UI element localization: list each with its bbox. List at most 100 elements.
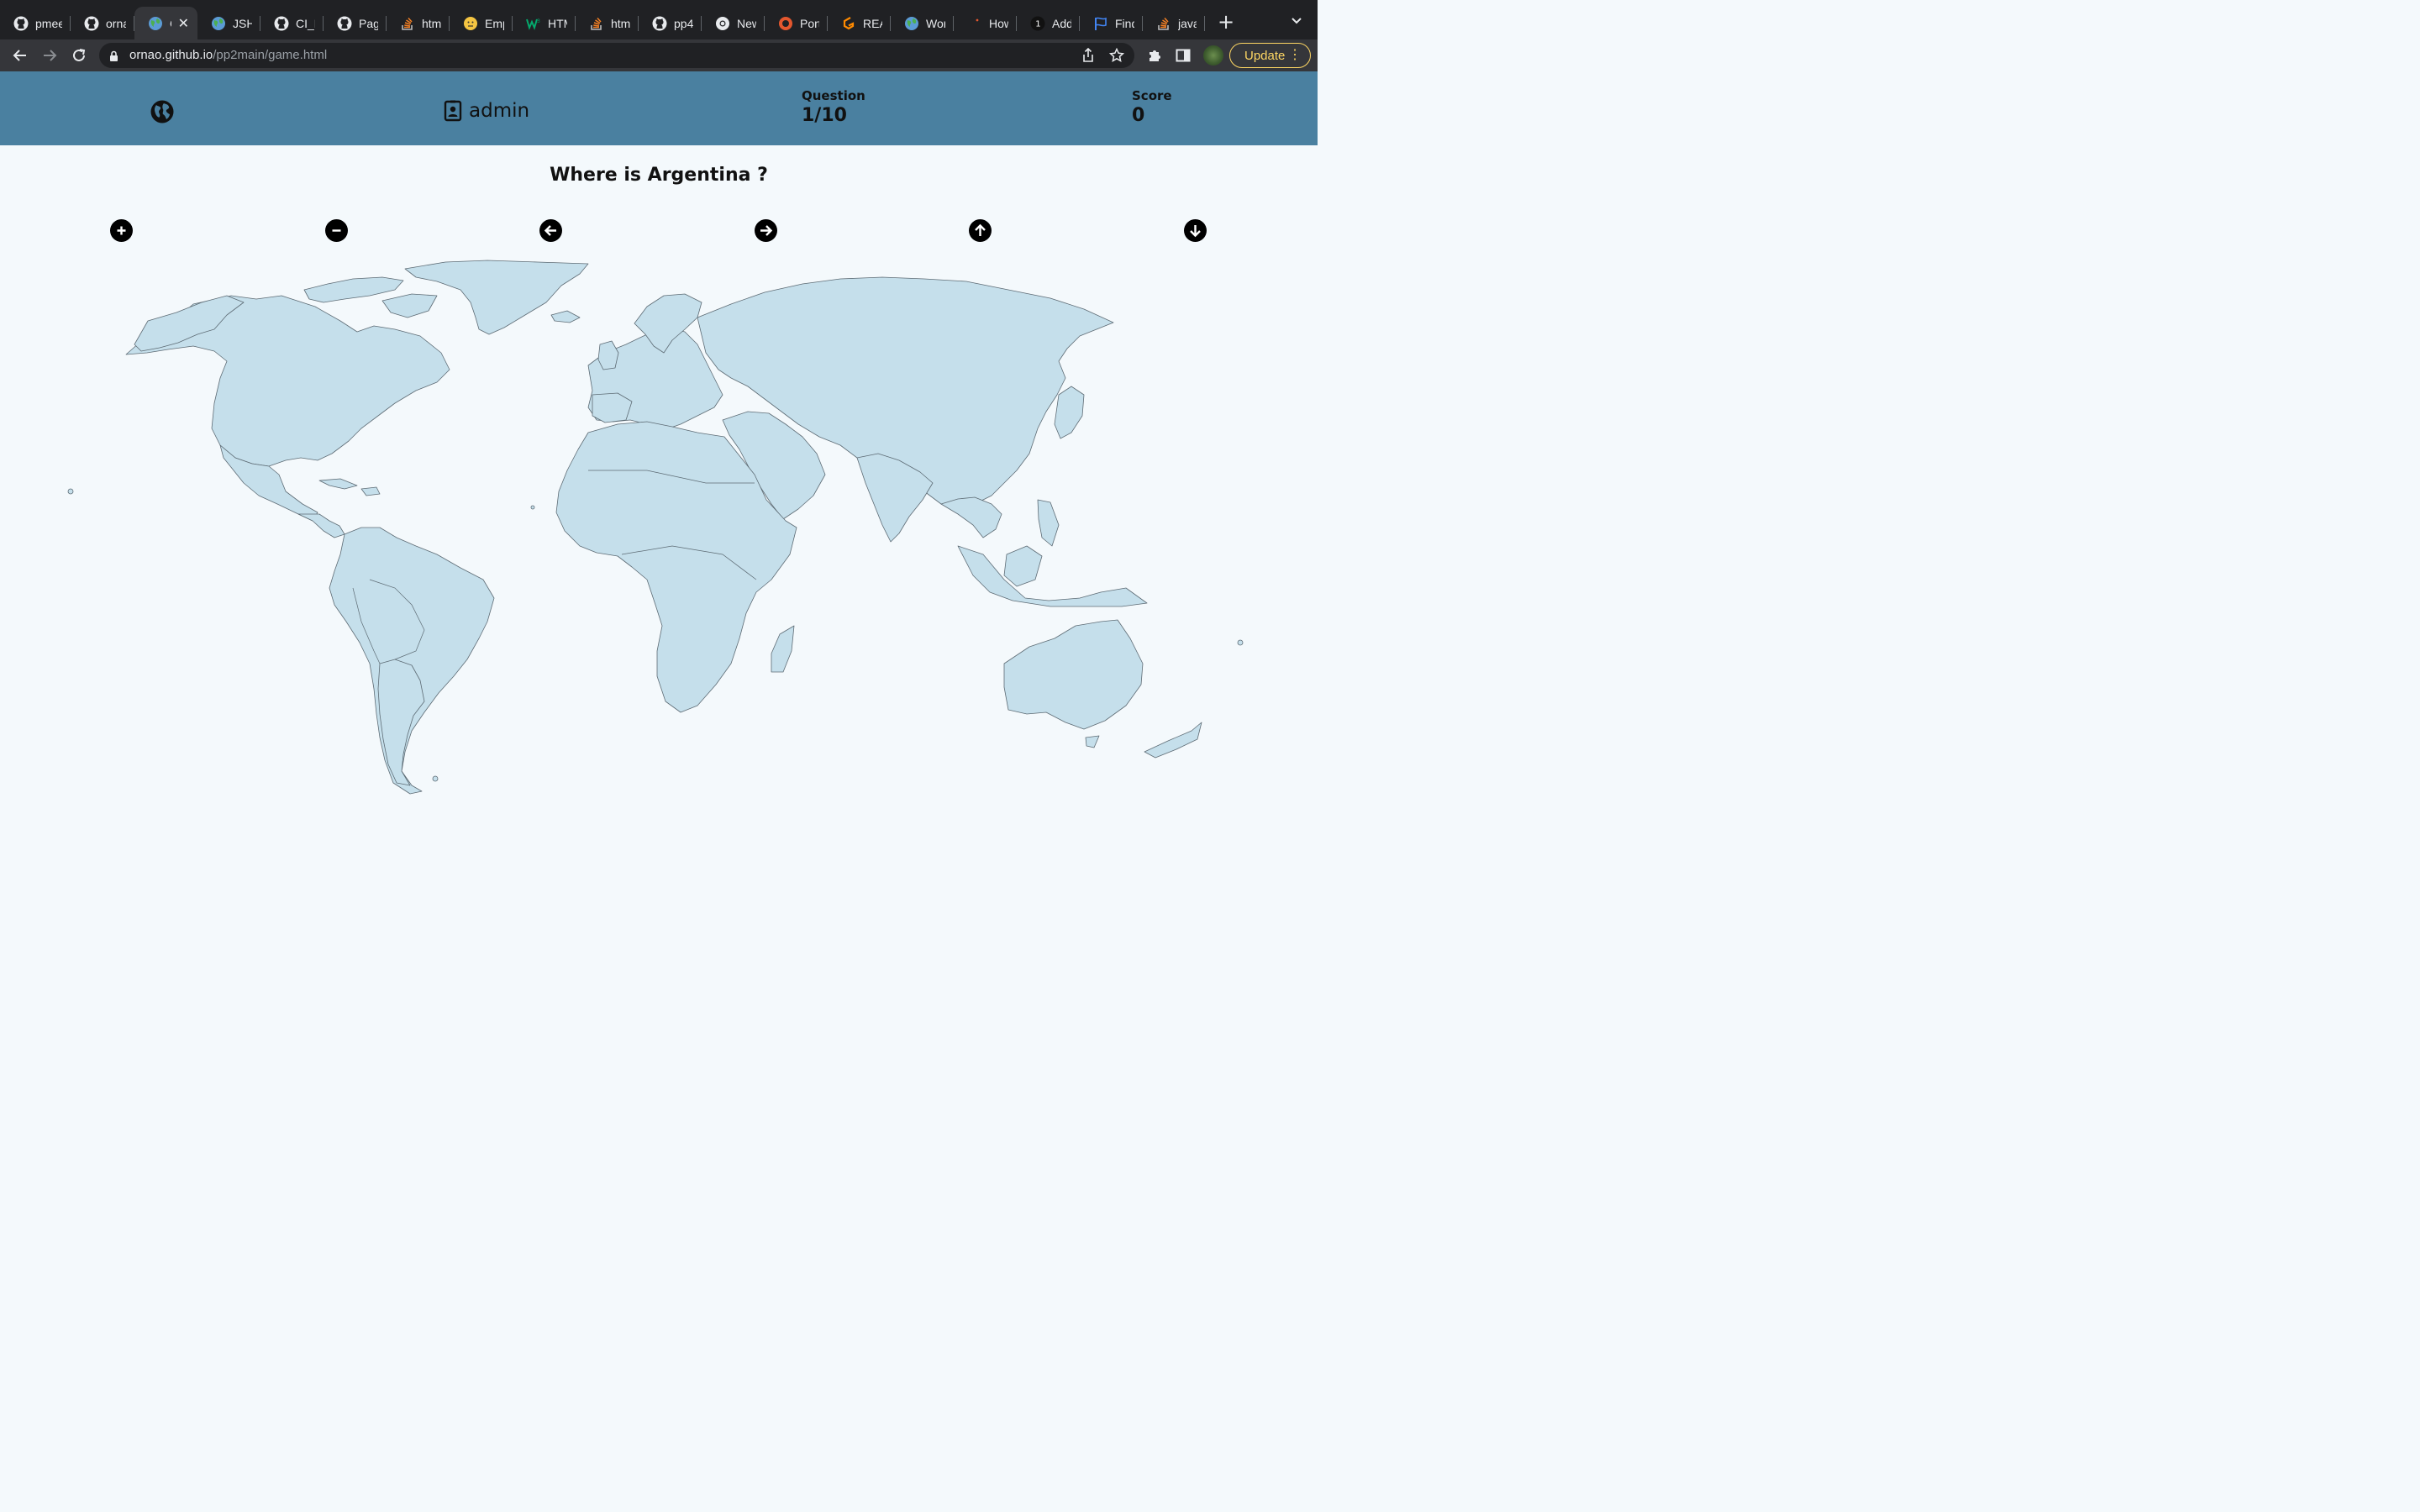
browser-tab[interactable]: Portf xyxy=(765,7,828,39)
browser-tab[interactable]: pmee xyxy=(0,7,71,39)
country-baffin[interactable] xyxy=(381,293,438,318)
new-tab-button[interactable]: + xyxy=(1215,11,1237,33)
browser-tab[interactable]: 1 Addin xyxy=(1017,7,1080,39)
update-button[interactable]: Update ⋮ xyxy=(1229,43,1311,68)
browser-tab[interactable]: Find xyxy=(1080,7,1143,39)
world-map-svg[interactable] xyxy=(0,252,1318,806)
country-central-america[interactable] xyxy=(297,513,345,538)
country-australia[interactable] xyxy=(1003,619,1144,730)
dev-icon xyxy=(967,16,982,31)
browser-tab[interactable]: ornao xyxy=(71,7,134,39)
browser-tab-title: G xyxy=(170,17,171,30)
country-japan[interactable] xyxy=(1054,386,1085,439)
country-indonesia[interactable] xyxy=(957,545,1148,607)
island-cape-verde[interactable] xyxy=(530,505,535,510)
zoom-out-button[interactable] xyxy=(325,219,348,242)
arrow-down-icon xyxy=(1190,225,1201,238)
country-borneo[interactable] xyxy=(1003,545,1043,587)
browser-tab[interactable]: javas xyxy=(1143,7,1205,39)
browser-tab[interactable]: How xyxy=(954,7,1017,39)
address-bar[interactable]: ornao.github.io/pp2main/game.html xyxy=(99,43,1134,68)
browser-tab-title: javas xyxy=(1178,16,1197,30)
question-counter: Question 1/10 xyxy=(802,88,865,126)
country-iceland[interactable] xyxy=(550,310,581,323)
country-tasmania[interactable] xyxy=(1085,735,1100,748)
country-madagascar[interactable] xyxy=(771,625,795,673)
browser-tab[interactable]: pp4/r xyxy=(639,7,702,39)
score-label: Score xyxy=(1132,88,1172,103)
question-label: Question xyxy=(802,88,865,103)
browser-tab-title: New xyxy=(737,16,756,30)
bookmark-star-icon[interactable] xyxy=(1109,48,1124,63)
update-label: Update xyxy=(1244,48,1286,63)
side-panel-icon[interactable] xyxy=(1175,47,1192,64)
browser-toolbar: ornao.github.io/pp2main/game.html Update… xyxy=(0,39,1318,71)
country-southeast-asia[interactable] xyxy=(940,496,1002,538)
browser-tab[interactable]: html xyxy=(576,7,639,39)
pan-right-button[interactable] xyxy=(755,219,777,242)
country-south-america[interactable] xyxy=(329,527,495,795)
home-globe-button[interactable] xyxy=(150,99,175,124)
minus-icon xyxy=(332,229,341,232)
browser-tab[interactable]: READ xyxy=(828,7,891,39)
username: admin xyxy=(469,100,530,122)
close-tab-icon[interactable]: ✕ xyxy=(178,15,189,31)
browser-tab[interactable]: G✕ xyxy=(134,7,197,39)
country-cuba[interactable] xyxy=(318,478,358,490)
zoom-in-button[interactable] xyxy=(110,219,133,242)
island-hawaii[interactable] xyxy=(67,488,74,495)
country-new-zealand[interactable] xyxy=(1144,722,1202,759)
country-uk[interactable] xyxy=(597,340,619,370)
pan-down-button[interactable] xyxy=(1184,219,1207,242)
browser-tab-title: HTMl xyxy=(548,16,567,30)
forward-button[interactable] xyxy=(39,45,60,66)
id-badge-icon xyxy=(444,100,462,122)
pan-left-button[interactable] xyxy=(539,219,562,242)
arrow-right-icon xyxy=(760,225,773,236)
country-philippines[interactable] xyxy=(1037,499,1060,547)
question-value: 1/10 xyxy=(802,105,847,126)
browser-tab[interactable]: Empt xyxy=(450,7,513,39)
browser-tab[interactable]: Work xyxy=(891,7,954,39)
world-map[interactable] xyxy=(0,252,1318,806)
back-button[interactable] xyxy=(9,45,31,66)
browser-tab-title: Addin xyxy=(1052,16,1071,30)
browser-tab[interactable]: html xyxy=(387,7,450,39)
browser-tab[interactable]: CI_PP xyxy=(260,7,324,39)
stackoverflow-icon xyxy=(589,16,604,31)
browser-tab-strip: pmeeornaoG✕JSHinCI_PPPagehtmlEmpt3HTMlht… xyxy=(0,0,1318,39)
share-icon[interactable] xyxy=(1081,48,1096,63)
browser-tab[interactable]: Page xyxy=(324,7,387,39)
globe-icon xyxy=(150,100,174,123)
browser-tab-title: Page xyxy=(359,16,378,30)
browser-tab[interactable]: 3 HTMl xyxy=(513,7,576,39)
stackoverflow-icon xyxy=(400,16,415,31)
reload-button[interactable] xyxy=(68,45,90,66)
browser-tab-title: CI_PP xyxy=(296,16,315,30)
github-icon xyxy=(13,16,29,31)
svg-text:3: 3 xyxy=(537,18,540,24)
browser-tab-title: pmee xyxy=(35,16,62,30)
extensions-puzzle-icon[interactable] xyxy=(1146,47,1163,64)
stackoverflow-icon xyxy=(1156,16,1171,31)
browser-tab-title: pp4/r xyxy=(674,16,693,30)
island-falklands[interactable] xyxy=(432,775,439,782)
arctic-islands[interactable] xyxy=(303,276,404,303)
browser-tab[interactable]: New xyxy=(702,7,765,39)
island-fiji[interactable] xyxy=(1237,639,1244,646)
pan-up-button[interactable] xyxy=(969,219,992,242)
browser-tab-title: Empt xyxy=(485,16,504,30)
tab-search-button[interactable] xyxy=(1287,13,1306,31)
profile-avatar[interactable] xyxy=(1203,45,1223,66)
browser-tab-title: Portf xyxy=(800,16,819,30)
more-menu-icon: ⋮ xyxy=(1288,48,1302,62)
arrow-left-icon xyxy=(13,50,26,61)
browser-tab[interactable]: JSHin xyxy=(197,7,260,39)
question-prompt: Where is Argentina ? xyxy=(550,165,768,186)
arrow-right-icon xyxy=(44,50,57,61)
reload-icon xyxy=(73,49,86,61)
badge-1-icon: 1 xyxy=(1030,16,1045,31)
chrome-icon xyxy=(715,16,730,31)
country-hispaniola[interactable] xyxy=(360,486,381,496)
globe-icon xyxy=(904,16,919,31)
